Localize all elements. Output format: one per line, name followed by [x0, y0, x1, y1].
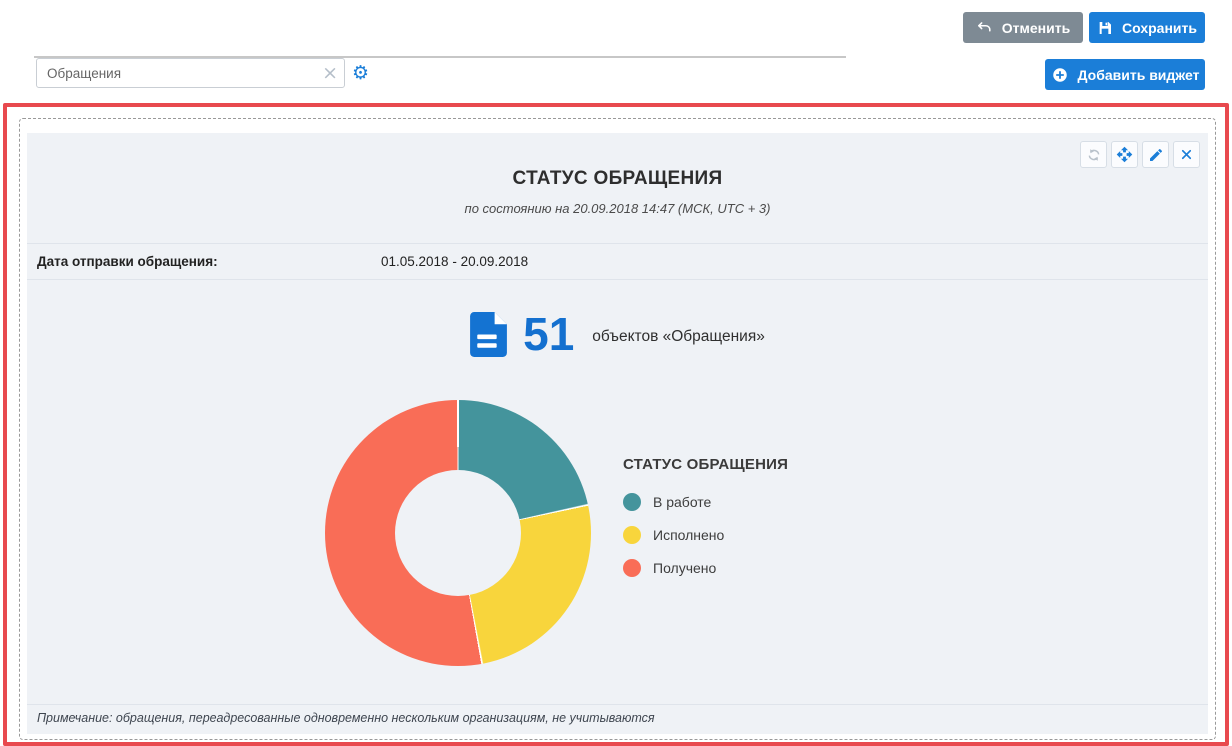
filter-row: Дата отправки обращения: 01.05.2018 - 20… — [27, 243, 1208, 280]
close-icon — [1179, 147, 1194, 162]
legend-swatch-done — [623, 526, 641, 544]
legend-title: СТАТУС ОБРАЩЕНИЯ — [623, 456, 788, 473]
cancel-button-label: Отменить — [1002, 20, 1070, 36]
move-icon — [1116, 146, 1133, 163]
pencil-icon — [1148, 147, 1164, 163]
document-icon — [470, 312, 507, 357]
undo-icon — [976, 19, 993, 36]
widget-subtitle: по состоянию на 20.09.2018 14:47 (МСК, U… — [27, 201, 1208, 216]
widget-card: СТАТУС ОБРАЩЕНИЯ по состоянию на 20.09.2… — [27, 133, 1208, 734]
chart-legend: СТАТУС ОБРАЩЕНИЯ В работе Исполнено Полу… — [623, 400, 788, 666]
widget-header: СТАТУС ОБРАЩЕНИЯ по состоянию на 20.09.2… — [27, 133, 1208, 216]
donut-wrap — [325, 400, 591, 666]
object-count: 51 — [523, 311, 574, 357]
widget-search: × — [36, 58, 345, 88]
widget-placeholder: СТАТУС ОБРАЩЕНИЯ по состоянию на 20.09.2… — [19, 118, 1216, 740]
plus-circle-icon — [1051, 66, 1069, 84]
widget-toolbar — [1080, 141, 1200, 168]
refresh-icon — [1086, 147, 1102, 163]
add-widget-button[interactable]: Добавить виджет — [1045, 59, 1205, 90]
widget-note: Примечание: обращения, переадресованные … — [27, 704, 1208, 734]
legend-label-done: Исполнено — [653, 527, 724, 543]
save-icon — [1097, 20, 1113, 36]
legend-label-received: Получено — [653, 560, 716, 576]
legend-swatch-received — [623, 559, 641, 577]
refresh-button[interactable] — [1080, 141, 1107, 168]
object-count-label: объектов «Обращения» — [592, 322, 765, 346]
legend-item-done[interactable]: Исполнено — [623, 526, 788, 544]
legend-item-received[interactable]: Получено — [623, 559, 788, 577]
legend-item-in-progress[interactable]: В работе — [623, 493, 788, 511]
legend-label-in-progress: В работе — [653, 494, 711, 510]
count-row: 51 объектов «Обращения» — [27, 306, 1208, 362]
legend-swatch-in-progress — [623, 493, 641, 511]
filter-value: 01.05.2018 - 20.09.2018 — [381, 254, 528, 269]
widget-name-input[interactable] — [36, 58, 345, 88]
edit-button[interactable] — [1142, 141, 1169, 168]
add-widget-button-label: Добавить виджет — [1078, 67, 1200, 83]
clear-input-icon[interactable]: × — [322, 60, 338, 86]
close-widget-button[interactable] — [1173, 141, 1200, 168]
save-button-label: Сохранить — [1122, 20, 1197, 36]
cancel-button[interactable]: Отменить — [963, 12, 1083, 43]
donut-hole — [395, 470, 521, 596]
gear-icon[interactable]: ⚙ — [352, 60, 369, 86]
dashboard-selection-frame: СТАТУС ОБРАЩЕНИЯ по состоянию на 20.09.2… — [3, 103, 1229, 746]
filter-label: Дата отправки обращения: — [37, 254, 381, 269]
move-button[interactable] — [1111, 141, 1138, 168]
chart-area: СТАТУС ОБРАЩЕНИЯ В работе Исполнено Полу… — [27, 400, 1208, 666]
save-button[interactable]: Сохранить — [1089, 12, 1205, 43]
widget-title: СТАТУС ОБРАЩЕНИЯ — [27, 168, 1208, 190]
